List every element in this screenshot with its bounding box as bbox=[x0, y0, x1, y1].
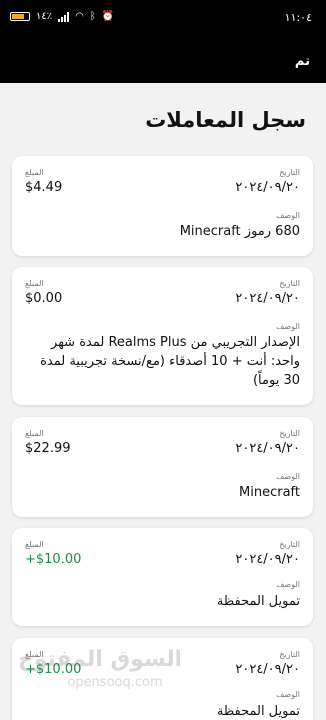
date-label: التاريخ bbox=[279, 279, 300, 288]
transaction-amount: +$10.00 bbox=[25, 662, 82, 677]
transaction-description: 680 رموز Minecraft bbox=[179, 224, 300, 239]
description-label: الوصف bbox=[276, 211, 300, 220]
done-button[interactable]: تم bbox=[295, 54, 310, 69]
transaction-card[interactable]: التاريخ ٢٠٢٤/٠٩/٢٠ المبلغ +$10.00 الوصف … bbox=[12, 638, 313, 720]
transaction-date: ٢٠٢٤/٠٩/٢٠ bbox=[235, 291, 300, 306]
transaction-card[interactable]: التاريخ ٢٠٢٤/٠٩/٢٠ المبلغ +$10.00 الوصف … bbox=[12, 528, 313, 626]
amount-label: المبلغ bbox=[25, 168, 44, 177]
date-label: التاريخ bbox=[279, 168, 300, 177]
description-label: الوصف bbox=[276, 322, 300, 331]
date-label: التاريخ bbox=[279, 429, 300, 438]
transaction-card[interactable]: التاريخ ٢٠٢٤/٠٩/٢٠ المبلغ $22.99 الوصف M… bbox=[12, 417, 313, 517]
battery-percent: ١٤٪ bbox=[36, 11, 53, 22]
transaction-description: Minecraft bbox=[239, 485, 300, 500]
status-bar: ١٤٪ ◠ ᛒ ⏰ ١١:٠٤ bbox=[0, 0, 326, 42]
page-title: سجل المعاملات bbox=[145, 108, 306, 132]
transaction-date: ٢٠٢٤/٠٩/٢٠ bbox=[235, 662, 300, 677]
amount-label: المبلغ bbox=[25, 540, 44, 549]
description-label: الوصف bbox=[276, 472, 300, 481]
status-time: ١١:٠٤ bbox=[284, 11, 312, 24]
date-label: التاريخ bbox=[279, 540, 300, 549]
transaction-card[interactable]: التاريخ ٢٠٢٤/٠٩/٢٠ المبلغ $4.49 الوصف 68… bbox=[12, 156, 313, 256]
transaction-date: ٢٠٢٤/٠٩/٢٠ bbox=[235, 552, 300, 567]
transaction-card[interactable]: التاريخ ٢٠٢٤/٠٩/٢٠ المبلغ $0.00 الوصف ال… bbox=[12, 267, 313, 405]
wifi-icon: ◠ bbox=[75, 11, 84, 22]
description-label: الوصف bbox=[276, 690, 300, 699]
battery-icon bbox=[10, 12, 30, 21]
amount-label: المبلغ bbox=[25, 650, 44, 659]
description-label: الوصف bbox=[276, 580, 300, 589]
transaction-date: ٢٠٢٤/٠٩/٢٠ bbox=[235, 180, 300, 195]
alarm-icon: ⏰ bbox=[101, 11, 115, 22]
transaction-description: تمويل المحفظة bbox=[216, 704, 300, 719]
transaction-amount: +$10.00 bbox=[25, 552, 82, 567]
amount-label: المبلغ bbox=[25, 279, 44, 288]
signal-icon bbox=[58, 11, 70, 22]
status-icons: ١٤٪ ◠ ᛒ ⏰ bbox=[10, 11, 114, 22]
transaction-amount: $0.00 bbox=[25, 291, 63, 306]
transaction-description: الإصدار التجريبي من Realms Plus لمدة شهر… bbox=[40, 335, 300, 388]
transaction-amount: $22.99 bbox=[25, 441, 71, 456]
top-bar: تم bbox=[0, 42, 326, 83]
transaction-date: ٢٠٢٤/٠٩/٢٠ bbox=[235, 441, 300, 456]
bluetooth-icon: ᛒ bbox=[89, 11, 96, 22]
transaction-amount: $4.49 bbox=[25, 180, 63, 195]
transaction-description: تمويل المحفظة bbox=[216, 594, 300, 609]
date-label: التاريخ bbox=[279, 650, 300, 659]
amount-label: المبلغ bbox=[25, 429, 44, 438]
